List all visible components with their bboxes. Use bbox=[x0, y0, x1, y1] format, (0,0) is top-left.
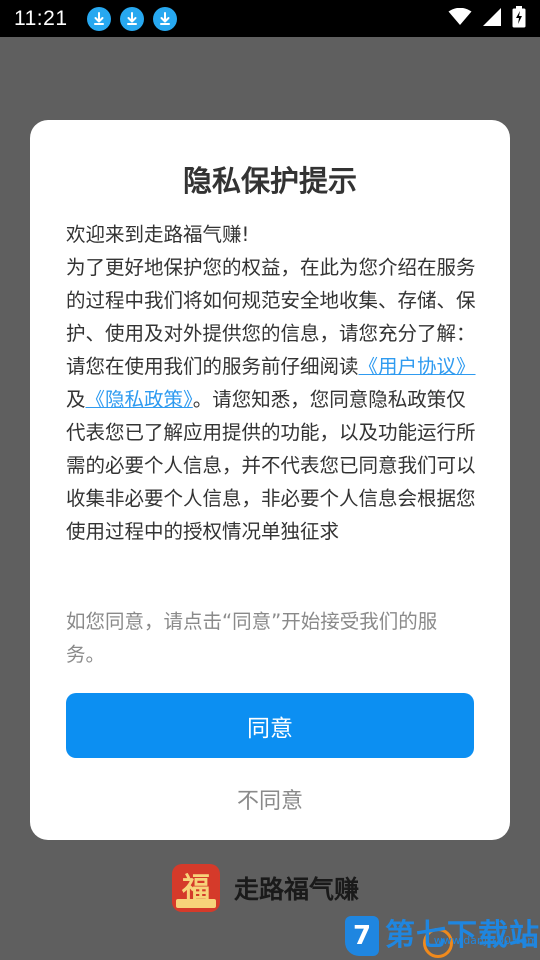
dialog-title: 隐私保护提示 bbox=[182, 164, 357, 198]
and-text: 及 bbox=[66, 388, 86, 411]
signal-icon bbox=[482, 7, 502, 31]
consent-hint: 如您同意，请点击“同意”开始接受我们的服务。 bbox=[66, 610, 438, 666]
watermark-logo-icon: 7 bbox=[345, 916, 379, 956]
app-logo: 福 bbox=[172, 864, 220, 912]
privacy-policy-link[interactable]: 《隐私政策》 bbox=[86, 388, 193, 411]
status-time: 11:21 bbox=[14, 6, 68, 30]
read-suffix: 。请您知悉，您同意隐私政策仅代表您已了解应用提供的功能，以及功能运行所需的必要个… bbox=[66, 388, 476, 543]
download-icon bbox=[119, 6, 144, 31]
privacy-dialog: 隐私保护提示 欢迎来到走路福气赚! 为了更好地保护您的权益，在此为您介绍在服务的… bbox=[30, 120, 510, 840]
app-brand: 福 走路福气赚 bbox=[172, 862, 359, 914]
battery-charging-icon bbox=[512, 5, 526, 32]
welcome-text: 欢迎来到走路福气赚! bbox=[66, 223, 250, 246]
intro-text: 为了更好地保护您的权益，在此为您介绍在服务的过程中我们将如何规范安全地收集、存储… bbox=[66, 256, 476, 345]
watermark-url: www.danji100.com bbox=[433, 934, 538, 947]
watermark-text: 第七下载站 www.danji100.com bbox=[385, 920, 540, 952]
read-prefix: 请您在使用我们的服务前仔细阅读 bbox=[66, 355, 359, 378]
policy-paragraph: 请您在使用我们的服务前仔细阅读《用户协议》及《隐私政策》。请您知悉，您同意隐私政… bbox=[66, 350, 476, 548]
status-icons bbox=[448, 5, 526, 32]
logo-band bbox=[176, 899, 216, 908]
agree-button[interactable]: 同意 bbox=[66, 693, 474, 758]
status-bar: 11:21 bbox=[0, 0, 540, 37]
wifi-icon bbox=[448, 7, 472, 30]
app-name: 走路福气赚 bbox=[234, 875, 360, 904]
dialog-body[interactable]: 欢迎来到走路福气赚! 为了更好地保护您的权益，在此为您介绍在服务的过程中我们将如… bbox=[66, 218, 476, 582]
disagree-button[interactable]: 不同意 bbox=[66, 776, 474, 822]
download-icon bbox=[86, 6, 111, 31]
download-icon bbox=[152, 6, 177, 31]
user-agreement-link[interactable]: 《用户协议》 bbox=[359, 355, 476, 378]
watermark: 7 第七下载站 www.danji100.com bbox=[345, 912, 540, 960]
